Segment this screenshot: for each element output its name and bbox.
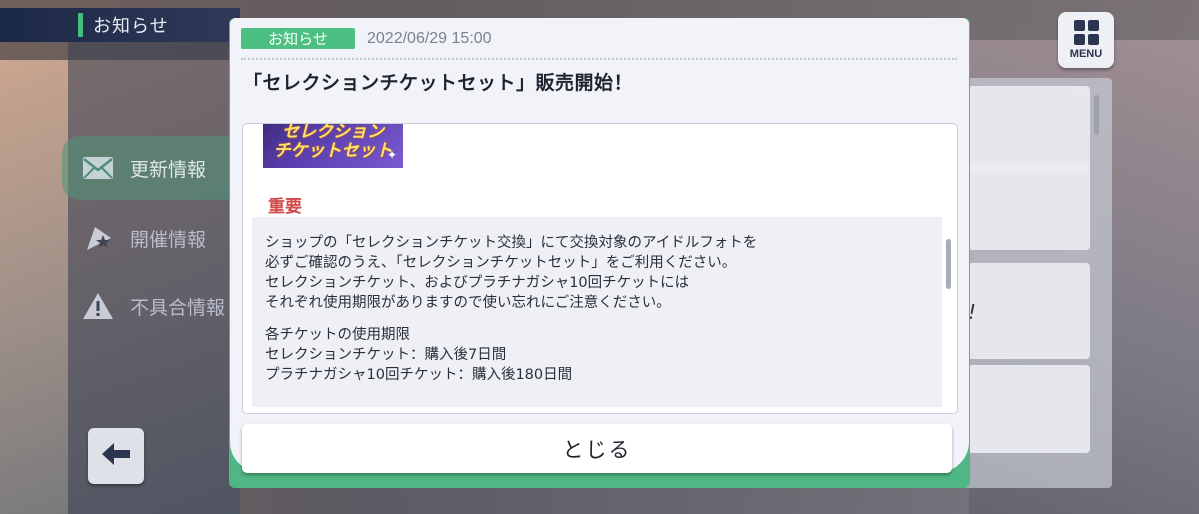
banner-text-line2: チケットセット bbox=[273, 141, 393, 161]
expiry-heading: 各チケットの使用期限 bbox=[265, 327, 410, 343]
expiry-line: プラチナガシャ10回チケット：購入後180日間 bbox=[265, 367, 573, 383]
banner-text-line1: セレクション bbox=[282, 123, 384, 142]
sparkle-icon: ✦ bbox=[386, 148, 397, 162]
notice-body: ショップの「セレクションチケット交換」にて交換対象のアイドルフォトを 必ずご確認… bbox=[252, 217, 942, 407]
arrow-left-icon bbox=[100, 441, 132, 471]
notice-date: 2022/06/29 15:00 bbox=[367, 29, 492, 47]
important-label: 重要 bbox=[268, 197, 302, 217]
nav-item-label: 不具合情報 bbox=[130, 296, 226, 319]
content-scrollbar[interactable] bbox=[946, 239, 951, 289]
expiry-line: セレクションチケット：購入後7日間 bbox=[265, 347, 507, 363]
notice-title: 「セレクションチケットセット」販売開始！ bbox=[243, 72, 634, 94]
nav-item-label: 更新情報 bbox=[130, 158, 207, 181]
grid-icon bbox=[1073, 20, 1099, 45]
list-item[interactable] bbox=[968, 86, 1090, 174]
notice-line: それぞれ使用期限がありますので使い忘れにご注意ください。 bbox=[265, 295, 671, 311]
notice-line: 必ずご確認のうえ、「セレクションチケットセット」をご利用ください。 bbox=[265, 255, 737, 271]
nav-item-label: 開催情報 bbox=[130, 228, 207, 251]
list-scrollbar[interactable] bbox=[1094, 95, 1099, 135]
flag-star-icon bbox=[80, 223, 116, 253]
nav-item-events[interactable]: 開催情報 bbox=[62, 206, 240, 270]
header-accent bbox=[78, 13, 83, 37]
menu-button[interactable]: MENU bbox=[1058, 12, 1114, 68]
list-item[interactable] bbox=[968, 162, 1090, 250]
category-badge: お知らせ bbox=[241, 28, 355, 49]
nav-item-bugs[interactable]: 不具合情報 bbox=[62, 274, 240, 338]
notice-line: ショップの「セレクションチケット交換」にて交換対象のアイドルフォトを bbox=[265, 235, 758, 251]
close-button[interactable]: とじる bbox=[242, 424, 952, 473]
notice-line: セレクションチケット、およびプラチナガシャ10回チケットには bbox=[265, 275, 690, 291]
list-item[interactable] bbox=[968, 365, 1090, 453]
screen-title: お知らせ bbox=[93, 16, 169, 37]
list-item[interactable] bbox=[968, 263, 1090, 359]
nav-item-updates[interactable]: 更新情報 bbox=[62, 136, 240, 200]
back-button[interactable] bbox=[88, 428, 144, 484]
screen-header: お知らせ bbox=[0, 8, 240, 42]
notice-content[interactable]: セレクション チケットセット ✦ 重要 ショップの「セレクションチケット交換」に… bbox=[242, 123, 958, 414]
banner-image: セレクション チケットセット ✦ bbox=[263, 123, 403, 168]
envelope-icon bbox=[80, 153, 116, 183]
divider bbox=[241, 58, 957, 60]
notice-text: ショップの「セレクションチケット交換」にて交換対象のアイドルフォトを 必ずご確認… bbox=[265, 233, 935, 385]
warning-icon bbox=[80, 291, 116, 321]
menu-label: MENU bbox=[1069, 48, 1103, 60]
